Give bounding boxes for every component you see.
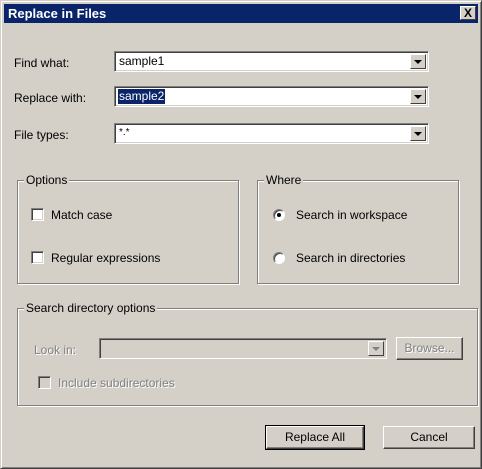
file-types-combo[interactable]: *.* xyxy=(114,123,429,144)
include-subdirectories-label[interactable]: Include subdirectories xyxy=(58,376,175,390)
find-what-input[interactable]: sample1 xyxy=(118,54,165,69)
include-subdirectories-checkbox[interactable] xyxy=(38,376,51,389)
search-in-directories-label[interactable]: Search in directories xyxy=(296,251,405,265)
find-what-label: Find what: xyxy=(14,56,70,70)
file-types-input[interactable]: *.* xyxy=(118,125,131,140)
replace-with-input[interactable]: sample2 xyxy=(118,89,166,104)
search-in-workspace-radio[interactable] xyxy=(273,209,285,221)
look-in-label: Look in: xyxy=(34,343,77,357)
cancel-button[interactable]: Cancel xyxy=(383,426,475,449)
replace-with-dropdown-button[interactable] xyxy=(410,89,426,104)
chevron-down-icon xyxy=(414,95,422,99)
close-button[interactable]: X xyxy=(460,6,476,20)
search-in-workspace-label[interactable]: Search in workspace xyxy=(296,208,407,222)
search-in-directories-radio[interactable] xyxy=(273,252,285,264)
search-directory-options-title: Search directory options xyxy=(24,301,158,315)
look-in-input[interactable] xyxy=(103,341,105,356)
radio-selected-dot xyxy=(277,213,281,217)
replace-in-files-dialog: Replace in Files X Find what: sample1 Re… xyxy=(0,0,482,469)
look-in-dropdown-button[interactable] xyxy=(368,341,384,356)
where-group-title: Where xyxy=(264,173,304,187)
options-group-title: Options xyxy=(24,173,70,187)
find-what-combo[interactable]: sample1 xyxy=(114,51,429,72)
look-in-combo[interactable] xyxy=(99,338,387,359)
where-group: Where xyxy=(257,173,459,284)
replace-all-button[interactable]: Replace All xyxy=(265,425,365,450)
browse-button[interactable]: Browse... xyxy=(396,337,463,360)
file-types-dropdown-button[interactable] xyxy=(410,126,426,141)
chevron-down-icon xyxy=(372,347,380,351)
find-what-dropdown-button[interactable] xyxy=(410,54,426,69)
replace-with-combo[interactable]: sample2 xyxy=(114,86,429,107)
window-title: Replace in Files xyxy=(8,6,107,21)
match-case-label[interactable]: Match case xyxy=(51,208,112,222)
regular-expressions-label[interactable]: Regular expressions xyxy=(51,251,160,265)
file-types-label: File types: xyxy=(14,128,69,142)
match-case-checkbox[interactable] xyxy=(31,208,44,221)
replace-with-label: Replace with: xyxy=(14,91,87,105)
options-group: Options xyxy=(17,173,239,284)
close-icon: X xyxy=(463,6,472,20)
regular-expressions-checkbox[interactable] xyxy=(31,251,44,264)
title-bar[interactable]: Replace in Files X xyxy=(4,4,478,23)
chevron-down-icon xyxy=(414,60,422,64)
chevron-down-icon xyxy=(414,132,422,136)
